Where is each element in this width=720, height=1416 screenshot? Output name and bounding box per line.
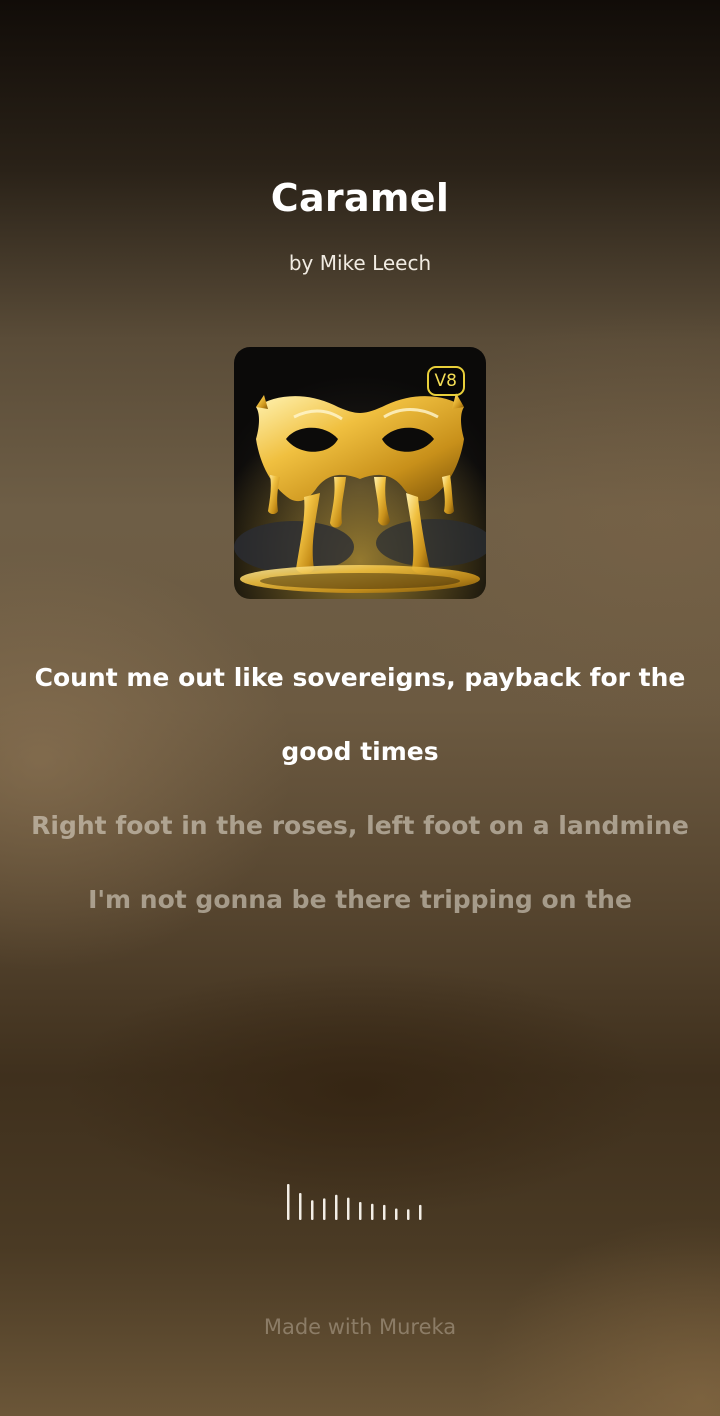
visualizer-bar bbox=[407, 1209, 410, 1220]
made-with-credit: Made with Mureka bbox=[263, 1315, 457, 1339]
visualizer-bar bbox=[299, 1193, 302, 1220]
visualizer-bar bbox=[395, 1208, 398, 1220]
visualizer-bar bbox=[335, 1194, 338, 1220]
lyric-line-next: Right foot in the roses, left foot on a … bbox=[31, 811, 689, 840]
song-title: Caramel bbox=[270, 176, 450, 220]
lyric-line-upcoming: I'm not gonna be there tripping on the bbox=[88, 885, 632, 914]
visualizer-bar bbox=[287, 1184, 290, 1220]
version-badge: V8 bbox=[426, 366, 465, 396]
visualizer-bar bbox=[359, 1202, 362, 1220]
visualizer-bar bbox=[419, 1204, 422, 1220]
audio-waveform-icon[interactable] bbox=[280, 1182, 440, 1222]
visualizer-bar bbox=[323, 1198, 326, 1220]
lyric-line-active: Count me out like sovereigns, payback fo… bbox=[34, 663, 686, 766]
visualizer-bar bbox=[371, 1203, 374, 1220]
visualizer-bar bbox=[311, 1200, 314, 1220]
album-cover[interactable]: V8 bbox=[234, 347, 486, 599]
visualizer-bar bbox=[347, 1197, 350, 1220]
visualizer-bar bbox=[383, 1204, 386, 1220]
artist-name: by Mike Leech bbox=[288, 251, 432, 275]
lyrics-panel: Count me out like sovereigns, payback fo… bbox=[20, 641, 700, 937]
